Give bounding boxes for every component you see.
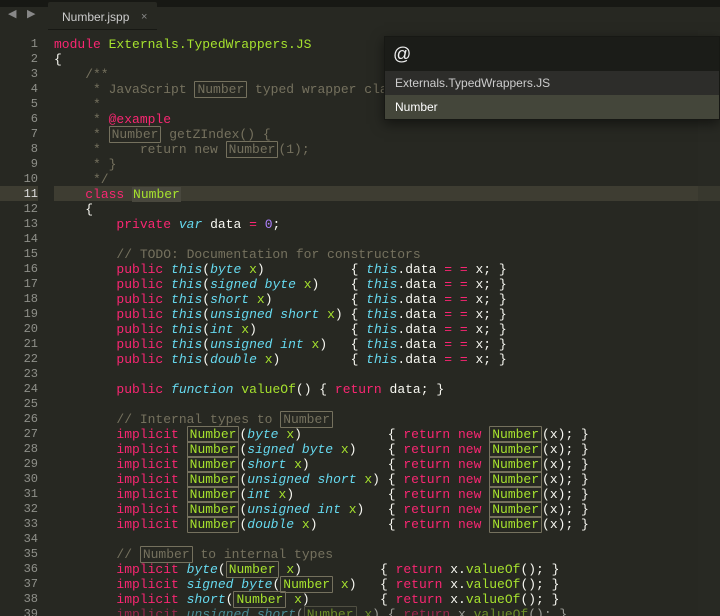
goto-symbol-panel: Externals.TypedWrappers.JS Number bbox=[384, 36, 720, 120]
line-number-gutter: 1234567891011121314151617181920212223242… bbox=[0, 30, 46, 616]
tab-title: Number.jspp bbox=[62, 10, 129, 24]
nav-arrows[interactable]: ◀ ▶ bbox=[8, 8, 38, 23]
goto-symbol-input[interactable] bbox=[385, 37, 719, 71]
goto-result-number[interactable]: Number bbox=[385, 95, 719, 119]
goto-result-module[interactable]: Externals.TypedWrappers.JS bbox=[385, 71, 719, 95]
close-icon[interactable]: × bbox=[141, 10, 147, 25]
tab-number-jspp[interactable]: Number.jspp × bbox=[48, 2, 157, 30]
tab-bar: Number.jspp × bbox=[48, 2, 157, 30]
